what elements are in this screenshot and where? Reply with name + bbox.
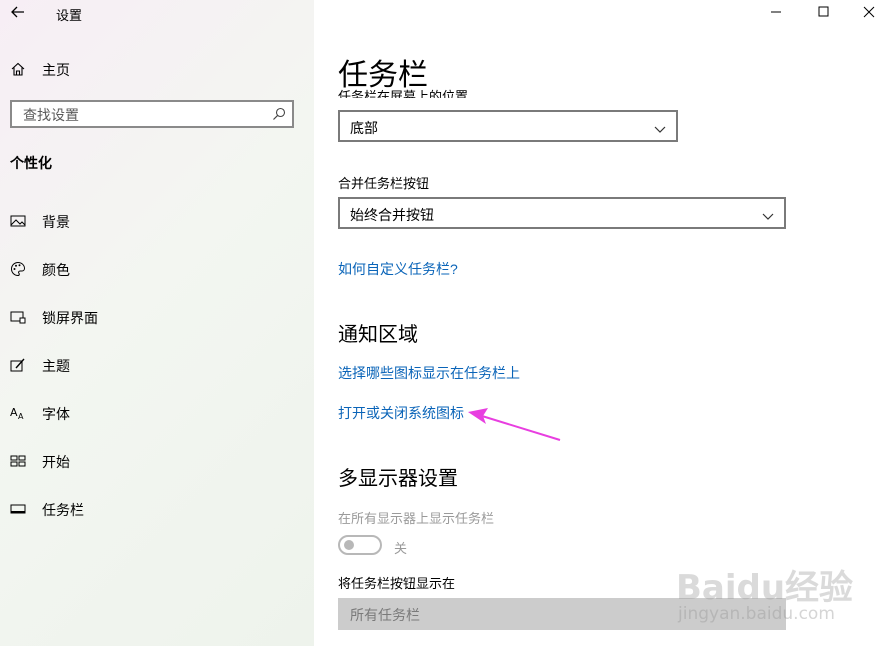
lockscreen-icon — [10, 309, 26, 325]
combine-value: 始终合并按钮 — [350, 207, 434, 223]
sidebar-item-label: 主题 — [42, 358, 70, 374]
sidebar-item-colors[interactable]: 颜色 — [0, 251, 314, 287]
sidebar-item-start[interactable]: 开始 — [0, 443, 314, 479]
annotation-arrow — [468, 408, 561, 441]
select-icons-link[interactable]: 选择哪些图标显示在任务栏上 — [338, 363, 520, 383]
sidebar-home-label: 主页 — [42, 62, 70, 78]
search-box[interactable] — [10, 100, 294, 128]
sidebar-item-label: 任务栏 — [42, 502, 84, 518]
chevron-down-icon — [762, 208, 774, 220]
position-value: 底部 — [350, 120, 378, 136]
back-arrow-icon[interactable] — [8, 2, 28, 22]
sidebar: 设置 主页 个性化 背景 颜色 锁屏界面 主题 — [0, 0, 314, 646]
maximize-button[interactable] — [800, 0, 846, 26]
minimize-button[interactable] — [752, 0, 798, 26]
section-title: 个性化 — [10, 155, 52, 171]
sidebar-item-label: 开始 — [42, 454, 70, 470]
palette-icon — [10, 261, 26, 277]
system-icons-link[interactable]: 打开或关闭系统图标 — [338, 403, 464, 423]
app-title: 设置 — [56, 8, 83, 23]
start-icon — [10, 453, 26, 469]
svg-text:A: A — [18, 412, 24, 421]
toggle-knob — [344, 540, 354, 550]
toggle-state-label: 关 — [394, 541, 408, 556]
watermark-brand: Baidu经验 — [676, 568, 854, 608]
sidebar-item-label: 颜色 — [42, 262, 70, 278]
baidu-watermark: Baidu经验 jingyan.baidu.com — [676, 560, 876, 630]
sidebar-item-home[interactable]: 主页 — [0, 51, 314, 87]
combine-label: 合并任务栏按钮 — [338, 176, 430, 191]
svg-text:A: A — [10, 406, 18, 419]
customize-taskbar-link[interactable]: 如何自定义任务栏? — [338, 259, 458, 279]
show-all-displays-toggle[interactable] — [338, 535, 382, 555]
show-all-displays-label: 在所有显示器上显示任务栏 — [338, 511, 495, 526]
maximize-icon — [818, 6, 829, 17]
sidebar-item-background[interactable]: 背景 — [0, 203, 314, 239]
show-buttons-label: 将任务栏按钮显示在 — [338, 576, 456, 591]
sidebar-item-themes[interactable]: 主题 — [0, 347, 314, 383]
sidebar-item-label: 背景 — [42, 214, 70, 230]
home-icon — [10, 61, 26, 77]
position-dropdown[interactable]: 底部 — [338, 110, 678, 142]
sidebar-item-taskbar[interactable]: 任务栏 — [0, 491, 314, 527]
close-button[interactable] — [846, 0, 882, 26]
position-label: 任务栏在屏幕上的位置 — [338, 89, 469, 98]
picture-icon — [10, 213, 26, 229]
show-buttons-value: 所有任务栏 — [350, 607, 420, 623]
search-input[interactable] — [21, 106, 265, 124]
sidebar-item-lockscreen[interactable]: 锁屏界面 — [0, 299, 314, 335]
sidebar-item-fonts[interactable]: AA 字体 — [0, 395, 314, 431]
sidebar-item-label: 锁屏界面 — [42, 310, 98, 326]
combine-dropdown[interactable]: 始终合并按钮 — [338, 197, 786, 229]
chevron-down-icon — [654, 121, 666, 133]
theme-icon — [10, 357, 26, 373]
taskbar-icon — [10, 501, 26, 517]
minimize-icon — [771, 11, 781, 13]
close-icon — [863, 6, 875, 18]
multi-display-heading: 多显示器设置 — [338, 468, 458, 490]
notification-area-heading: 通知区域 — [338, 324, 418, 346]
watermark-url: jingyan.baidu.com — [678, 604, 835, 624]
search-icon[interactable] — [272, 107, 286, 121]
sidebar-item-label: 字体 — [42, 406, 70, 422]
font-icon: AA — [10, 405, 26, 421]
